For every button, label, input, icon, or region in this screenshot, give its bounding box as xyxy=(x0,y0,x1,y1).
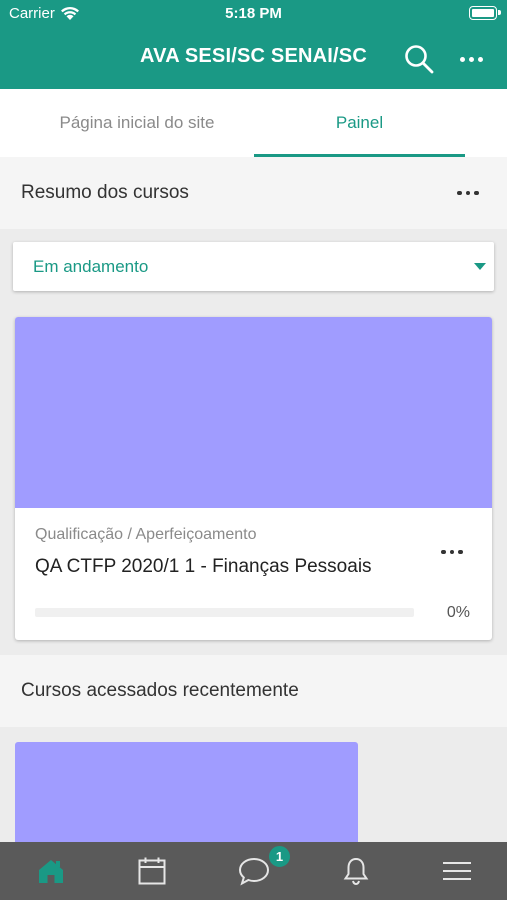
tabbar-notifications[interactable] xyxy=(305,842,406,900)
home-icon xyxy=(38,860,63,883)
calendar-icon xyxy=(138,857,165,885)
search-icon xyxy=(405,45,434,74)
caret-down-icon xyxy=(474,263,486,270)
tabbar-home[interactable] xyxy=(0,842,101,900)
more-icon xyxy=(441,549,446,555)
tab-bar-top: Página inicial do site Painel xyxy=(0,89,507,157)
courses-more-button[interactable] xyxy=(450,182,486,204)
recent-course-card[interactable] xyxy=(15,742,358,842)
recent-section-title: Cursos acessados recentemente xyxy=(21,680,299,701)
battery-icon xyxy=(469,6,501,20)
course-name[interactable]: QA CTFP 2020/1 1 - Finanças Pessoais xyxy=(35,556,372,578)
search-button[interactable] xyxy=(402,42,436,76)
status-time: 5:18 PM xyxy=(225,5,282,22)
more-icon xyxy=(457,190,462,196)
app-header: Carrier 5:18 PM AVA SESI/SC SENAI/SC xyxy=(0,0,507,89)
course-progress-bar xyxy=(35,608,414,617)
courses-section-header: Resumo dos cursos xyxy=(0,157,507,229)
tab-painel[interactable]: Painel xyxy=(254,89,465,157)
header-more-button[interactable] xyxy=(454,42,488,76)
bottom-tab-bar xyxy=(0,842,507,900)
more-icon xyxy=(459,56,465,62)
course-image xyxy=(15,317,492,508)
status-bar: Carrier 5:18 PM xyxy=(0,0,507,28)
course-card[interactable]: Qualificação / Aperfeiçoamento QA CTFP 2… xyxy=(15,317,492,640)
courses-section-title: Resumo dos cursos xyxy=(21,182,189,203)
course-filter-select[interactable]: Em andamento xyxy=(13,242,494,291)
bell-icon xyxy=(343,857,368,886)
course-more-button[interactable] xyxy=(433,542,471,562)
recent-section-header: Cursos acessados recentemente xyxy=(0,655,507,727)
tabbar-menu[interactable] xyxy=(406,842,507,900)
messages-badge: 1 xyxy=(268,845,291,868)
tabbar-calendar[interactable] xyxy=(101,842,202,900)
messages-icon xyxy=(238,857,269,886)
tab-site-home[interactable]: Página inicial do site xyxy=(20,89,254,157)
course-category: Qualificação / Aperfeiçoamento xyxy=(35,526,257,543)
course-progress-text: 0% xyxy=(446,604,470,621)
menu-icon xyxy=(442,862,471,880)
course-filter-value: Em andamento xyxy=(33,256,149,276)
